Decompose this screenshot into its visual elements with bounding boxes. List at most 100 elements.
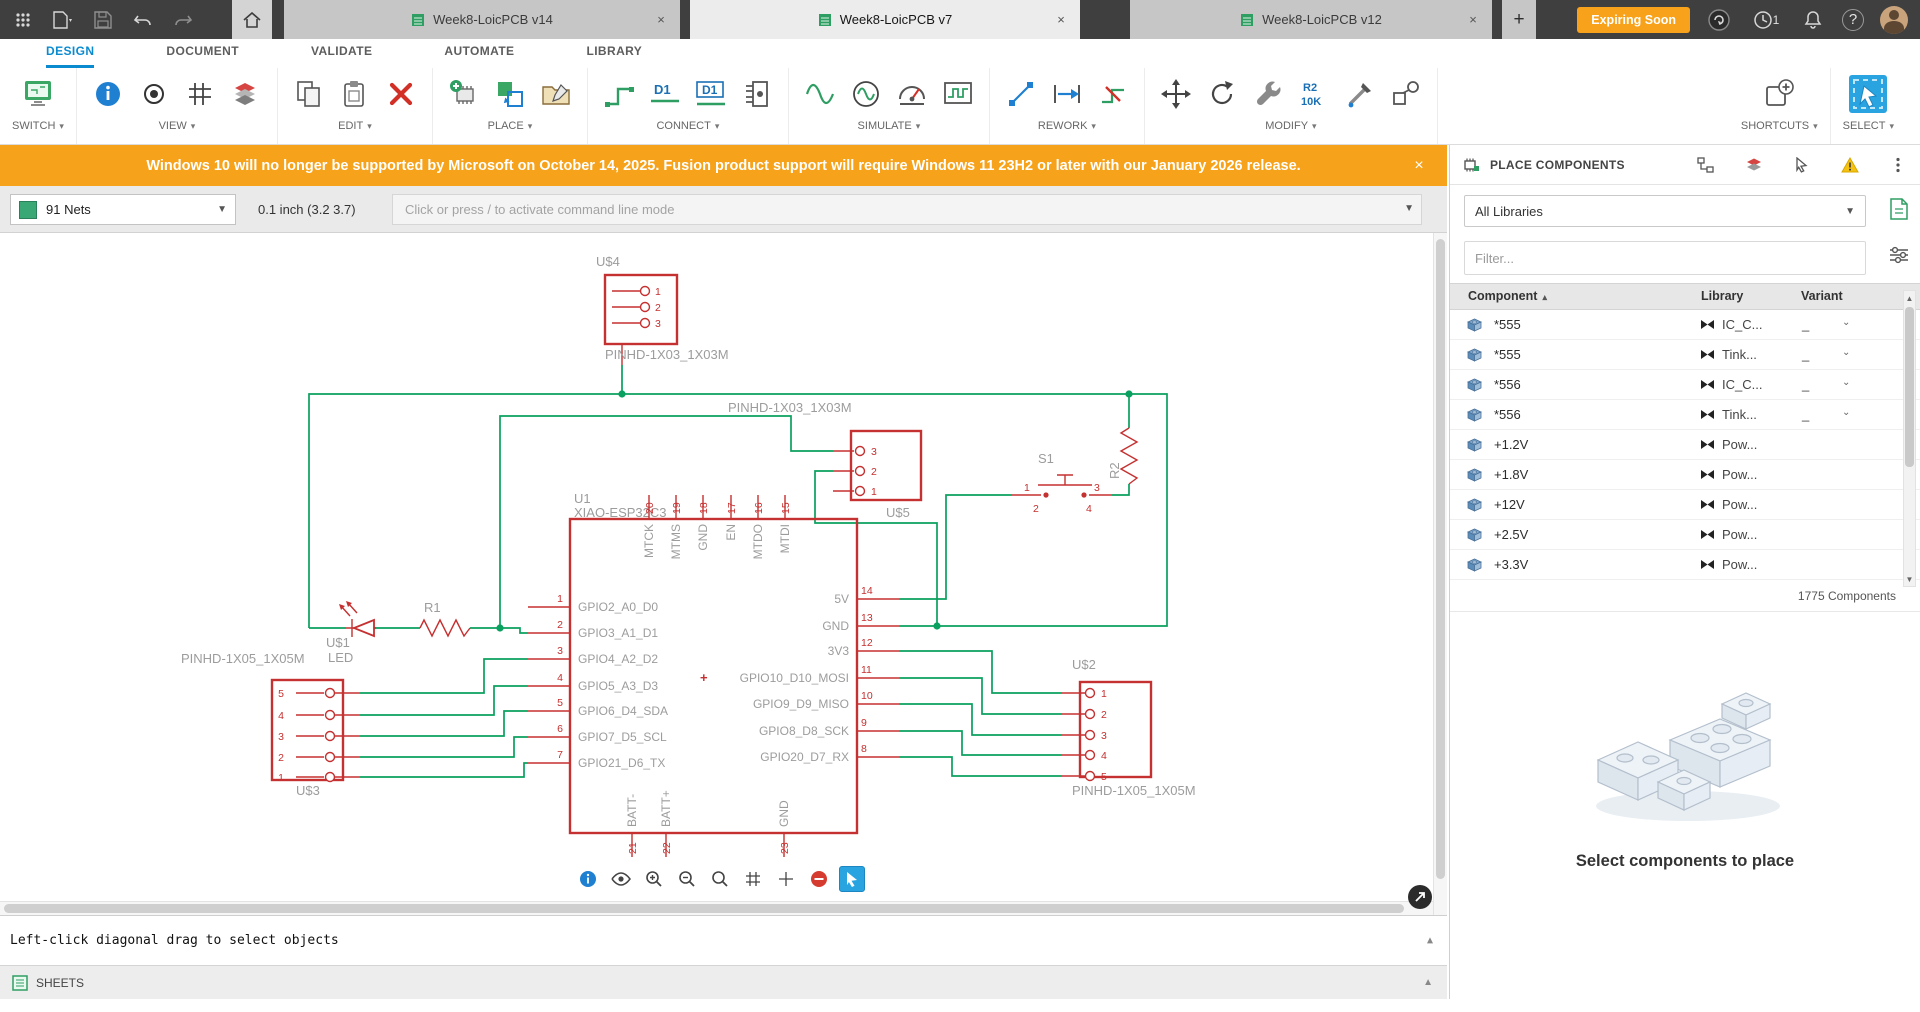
cancel-command-button[interactable] — [806, 866, 832, 892]
component-r2[interactable]: R2 — [1107, 427, 1139, 485]
ref-label[interactable]: R1 — [424, 600, 441, 615]
component-u2[interactable]: U$2 1 2 3 4 5 PINHD-1X05_1X05M — [1062, 657, 1196, 798]
canvas-pan-knob[interactable] — [1408, 885, 1432, 909]
column-component[interactable]: Component — [1468, 289, 1547, 303]
zoom-window-button[interactable] — [707, 866, 733, 892]
component-u1[interactable]: U1 XIAO-ESP32C3 1 2 3 4 5 6 7 GPIO2_A0_D… — [528, 491, 899, 857]
ref-label[interactable]: U$5 — [886, 505, 910, 520]
command-line-input[interactable] — [392, 194, 1422, 225]
component-row[interactable]: *556 IC_C... _ — [1450, 370, 1920, 400]
home-button[interactable] — [232, 0, 272, 39]
user-avatar[interactable] — [1880, 5, 1908, 34]
component-row[interactable]: *555 Tink... _ — [1450, 340, 1920, 370]
menu-tab-document[interactable]: DOCUMENT — [166, 44, 239, 68]
select-mode-button[interactable] — [839, 866, 865, 892]
switch-view-icon[interactable] — [19, 75, 57, 113]
select-tool-icon[interactable] — [1846, 72, 1890, 116]
ref-label[interactable]: U$4 — [596, 254, 620, 269]
banner-close-icon[interactable]: × — [1407, 154, 1431, 178]
filter-options-icon[interactable] — [1888, 246, 1910, 267]
extend-arrow-icon[interactable] — [1048, 75, 1086, 113]
variant-dropdown-icon[interactable] — [1842, 317, 1858, 328]
component-row[interactable]: +3.3V Pow... — [1450, 550, 1920, 580]
ref-label[interactable]: U$3 — [296, 783, 320, 798]
value-label[interactable]: PINHD-1X05_1X05M — [181, 651, 305, 666]
canvas-vertical-scrollbar[interactable] — [1433, 233, 1447, 915]
variant-dropdown-icon[interactable] — [1842, 407, 1858, 418]
grid-settings-icon[interactable] — [181, 75, 219, 113]
variant-dropdown-icon[interactable] — [1842, 347, 1858, 358]
place-from-library-icon[interactable] — [491, 75, 529, 113]
tab-close-icon[interactable]: × — [1464, 10, 1482, 28]
value-icon[interactable]: R2 10K — [1295, 75, 1333, 113]
menu-tab-validate[interactable]: VALIDATE — [311, 44, 372, 68]
net-wire[interactable] — [899, 677, 1062, 715]
table-scrollbar[interactable]: ▲ ▼ — [1903, 290, 1916, 587]
component-row[interactable]: +1.8V Pow... — [1450, 460, 1920, 490]
value-label[interactable]: PINHD-1X03_1X03M — [728, 400, 852, 415]
app-launcher-icon[interactable] — [10, 7, 36, 33]
menu-tab-library[interactable]: LIBRARY — [586, 44, 642, 68]
net-wire-icon[interactable] — [600, 75, 638, 113]
tab-close-icon[interactable]: × — [652, 10, 670, 28]
open-library-icon[interactable] — [537, 75, 575, 113]
filter-input[interactable] — [1464, 241, 1866, 275]
document-tab[interactable]: Week8-LoicPCB v14 × — [284, 0, 680, 39]
draw-line-icon[interactable] — [1002, 75, 1040, 113]
component-row[interactable]: +12V Pow... — [1450, 490, 1920, 520]
redo-button[interactable] — [170, 7, 196, 33]
component-u5[interactable]: PINHD-1X03_1X03M 3 2 1 U$5 — [728, 400, 923, 520]
waveform-probe-icon[interactable] — [939, 75, 977, 113]
net-wire[interactable] — [360, 736, 528, 758]
net-wire[interactable] — [1112, 484, 1130, 496]
glue-solder-icon[interactable] — [1341, 75, 1379, 113]
net-wire[interactable] — [899, 494, 1012, 600]
delete-icon[interactable] — [382, 75, 420, 113]
canvas-horizontal-scrollbar[interactable] — [0, 901, 1433, 915]
sheets-label[interactable]: SHEETS — [36, 976, 84, 990]
copy-icon[interactable] — [290, 75, 328, 113]
undo-button[interactable] — [130, 7, 156, 33]
component-led[interactable]: U$1 LED — [326, 601, 376, 665]
help-button[interactable]: ? — [1842, 8, 1864, 31]
canvas-crosshair-button[interactable] — [773, 866, 799, 892]
info-icon[interactable] — [89, 75, 127, 113]
shortcuts-icon[interactable] — [1760, 75, 1798, 113]
layers-icon[interactable] — [227, 75, 265, 113]
pin-swap-icon[interactable] — [1387, 75, 1425, 113]
scroll-up-icon[interactable]: ▲ — [1904, 291, 1915, 305]
value-label[interactable]: LED — [328, 650, 353, 665]
extension-time-button[interactable]: 1 — [1748, 7, 1784, 33]
net-wire[interactable] — [899, 756, 1062, 777]
save-button[interactable] — [90, 7, 116, 33]
net-wire[interactable] — [899, 650, 1062, 694]
ref-label[interactable]: U$2 — [1072, 657, 1096, 672]
visibility-eye-icon[interactable] — [135, 75, 173, 113]
component-s1[interactable]: 1 2 3 4 S1 — [1012, 451, 1112, 515]
component-row[interactable]: +2.5V Pow... — [1450, 520, 1920, 550]
component-u4[interactable]: 1 2 3 U$4 PINHD-1X03_1X03M — [596, 254, 729, 365]
tab-close-icon[interactable]: × — [1052, 10, 1070, 28]
paste-icon[interactable] — [336, 75, 374, 113]
visibility-eye-button[interactable] — [608, 866, 634, 892]
move-icon[interactable] — [1157, 75, 1195, 113]
notification-bell-icon[interactable] — [1800, 7, 1826, 33]
column-library[interactable]: Library — [1701, 289, 1743, 303]
warning-icon[interactable] — [1838, 153, 1862, 177]
panel-menu-dots-icon[interactable] — [1886, 153, 1910, 177]
column-variant[interactable]: Variant — [1801, 289, 1843, 303]
component-row[interactable]: *556 Tink... _ — [1450, 400, 1920, 430]
net-wire[interactable] — [360, 685, 528, 716]
scroll-down-icon[interactable]: ▼ — [1904, 572, 1915, 586]
file-menu-button[interactable] — [50, 7, 76, 33]
expiring-soon-badge[interactable]: Expiring Soon — [1577, 6, 1690, 33]
new-tab-button[interactable]: + — [1502, 0, 1536, 39]
sine-source-icon[interactable] — [801, 75, 839, 113]
layers-panel-icon[interactable] — [1742, 153, 1766, 177]
ref-label[interactable]: S1 — [1038, 451, 1054, 466]
zoom-out-button[interactable] — [674, 866, 700, 892]
value-label[interactable]: PINHD-1X03_1X03M — [605, 347, 729, 362]
menu-tab-automate[interactable]: AUTOMATE — [444, 44, 514, 68]
value-label[interactable]: PINHD-1X05_1X05M — [1072, 783, 1196, 798]
design-tree-icon[interactable] — [1694, 153, 1718, 177]
